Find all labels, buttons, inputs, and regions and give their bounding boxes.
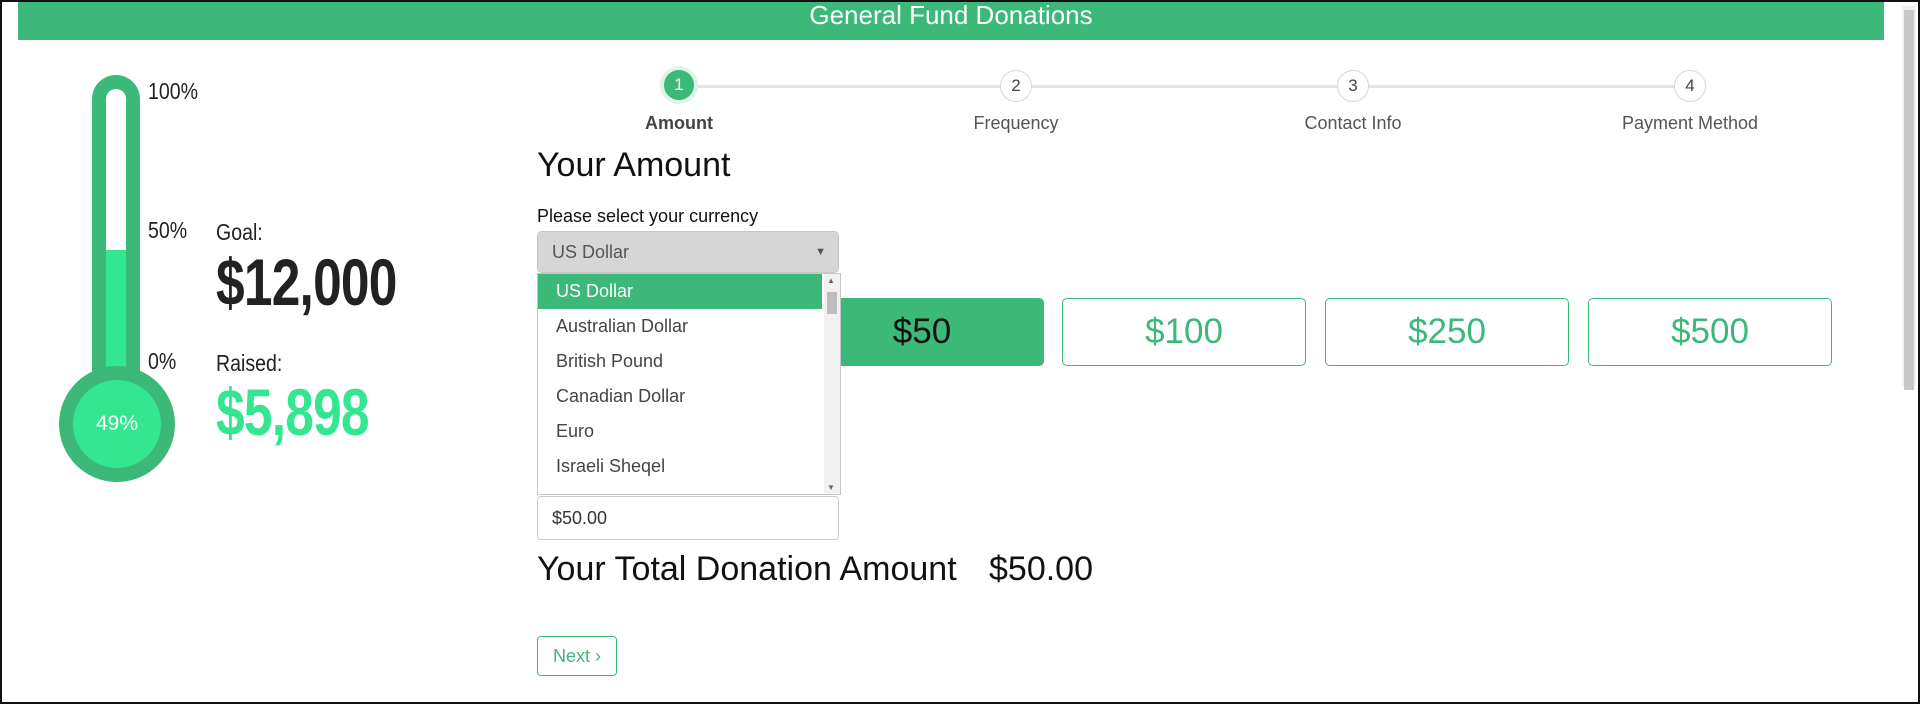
amount-button-250[interactable]: $250 [1325,298,1569,366]
goal-value: $12,000 [216,245,397,319]
dropdown-scrollbar-thumb[interactable] [827,292,837,314]
currency-option[interactable]: Israeli Sheqel [538,449,822,484]
goal-label: Goal: [216,219,263,245]
scroll-down-icon[interactable]: ▼ [827,483,835,492]
step-2-label[interactable]: Frequency [916,113,1116,134]
thermometer-bulb: 49% [59,366,175,482]
tick-100: 100% [148,78,199,104]
step-1-label[interactable]: Amount [579,113,779,134]
total-donation-value: $50.00 [989,550,1093,588]
total-donation-label: Your Total Donation Amount [537,550,957,588]
currency-option[interactable]: British Pound [538,344,822,379]
currency-option[interactable]: US Dollar [538,274,822,309]
stepper-line [680,85,1690,88]
next-button-label: Next [552,646,590,666]
currency-dropdown-list[interactable]: US Dollar Australian Dollar British Poun… [537,273,841,495]
caret-down-icon: ▼ [815,246,826,258]
currency-option[interactable]: Australian Dollar [538,309,822,344]
step-1-circle[interactable]: 1 [660,66,698,104]
currency-select-value: US Dollar [552,242,630,262]
banner-title: General Fund Donations [809,0,1093,30]
page-scrollbar-thumb[interactable] [1904,10,1914,390]
currency-label: Please select your currency [537,206,759,226]
dropdown-scrollbar[interactable]: ▲ ▼ [824,274,840,494]
raised-value: $5,898 [216,375,370,449]
step-4-label[interactable]: Payment Method [1590,113,1790,134]
page-scrollbar[interactable] [1902,6,1916,390]
amount-button-500[interactable]: $500 [1588,298,1832,366]
step-4-circle[interactable]: 4 [1674,70,1706,102]
section-title: Your Amount [537,146,731,184]
tick-50: 50% [148,217,188,243]
next-button[interactable]: Next › [537,636,617,676]
step-2-circle[interactable]: 2 [1000,70,1032,102]
currency-option[interactable]: Canadian Dollar [538,379,822,414]
thermometer-percent: 49% [73,380,161,468]
step-3-circle[interactable]: 3 [1337,70,1369,102]
scroll-up-icon[interactable]: ▲ [827,276,835,285]
currency-select[interactable]: US Dollar ▼ [537,231,839,273]
step-3-label[interactable]: Contact Info [1253,113,1453,134]
thermometer-inner [106,89,126,404]
page-banner: General Fund Donations [18,2,1884,40]
tick-0: 0% [148,348,177,374]
amount-input[interactable]: $50.00 [537,496,839,540]
chevron-right-icon: › [595,646,602,666]
raised-label: Raised: [216,350,283,376]
amount-button-100[interactable]: $100 [1062,298,1306,366]
currency-option[interactable]: Euro [538,414,822,449]
